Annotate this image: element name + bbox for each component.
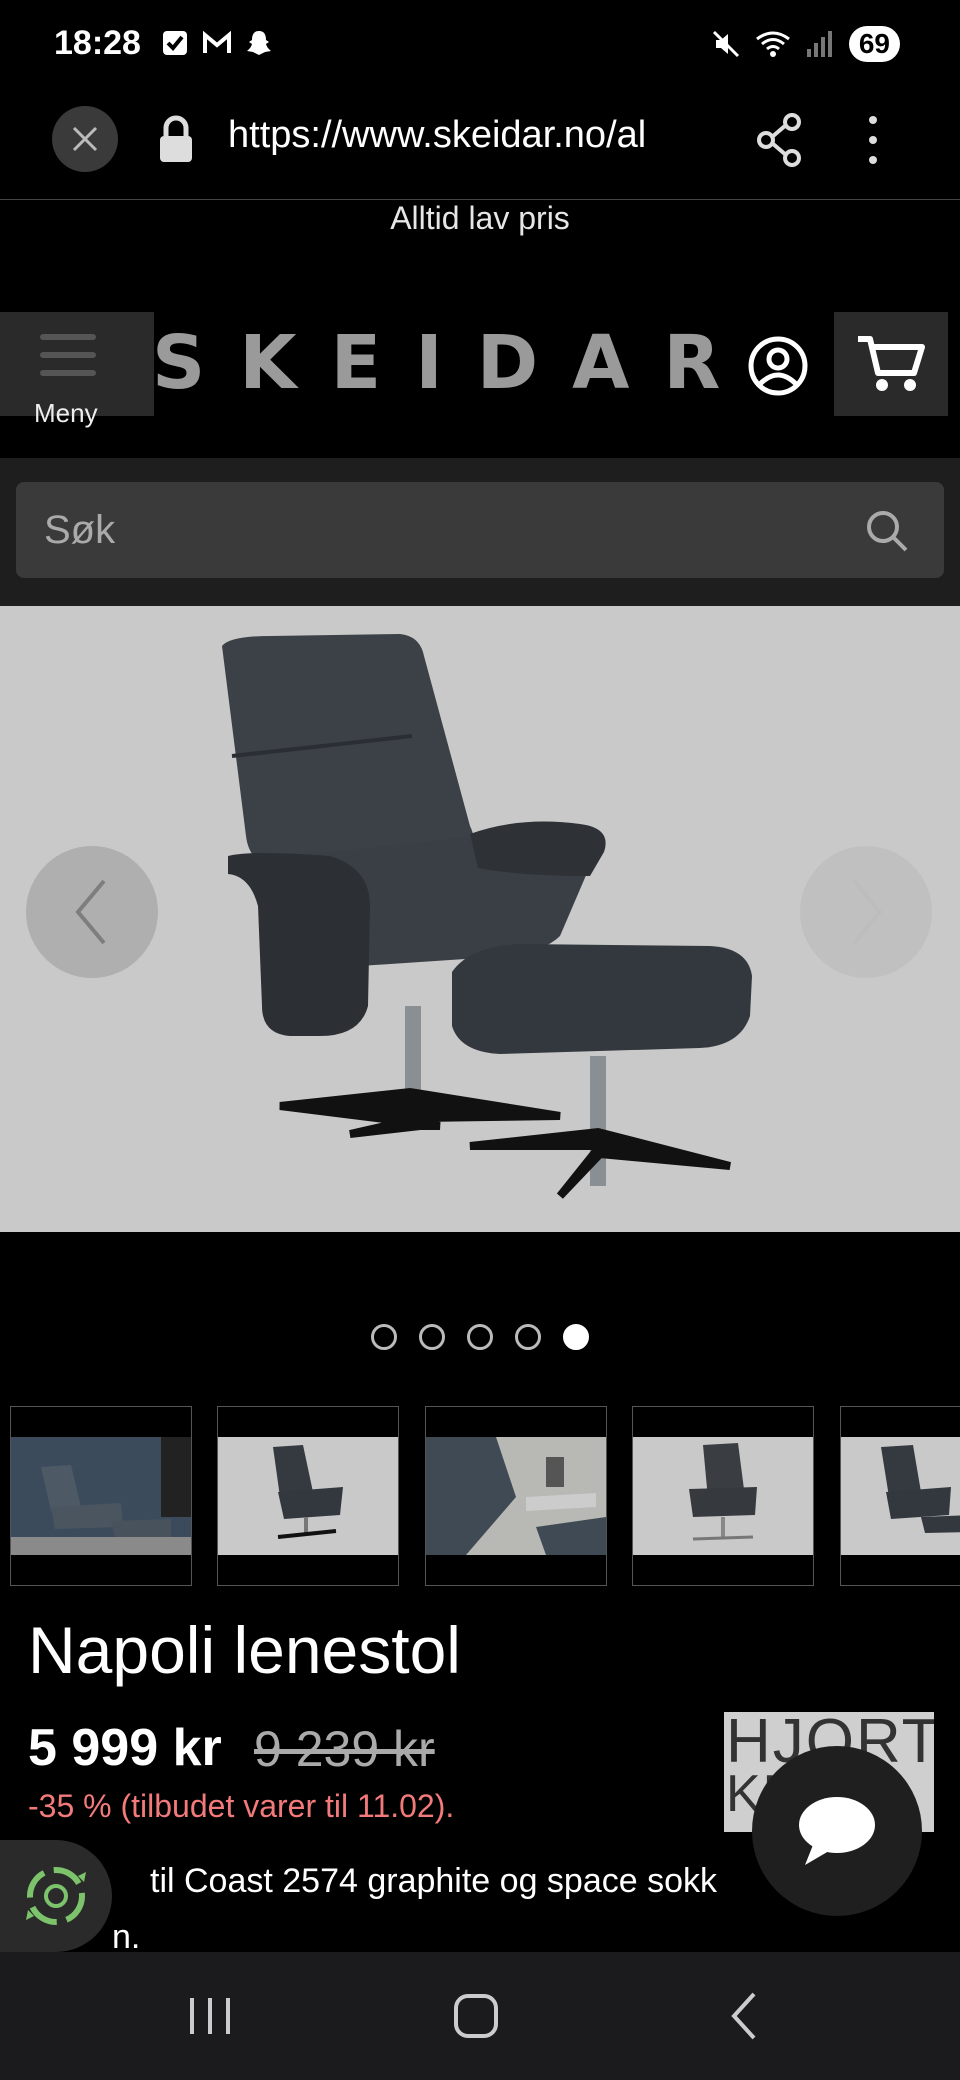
chat-button[interactable]	[752, 1746, 922, 1916]
mute-icon	[712, 30, 739, 58]
site-logo[interactable]: SKEIDAR	[152, 320, 754, 406]
gallery-dot[interactable]	[371, 1324, 397, 1350]
thumbnail[interactable]	[217, 1406, 399, 1586]
home-icon[interactable]	[446, 1988, 506, 2044]
account-icon[interactable]	[746, 334, 810, 398]
promo-banner: Alltid lav pris	[390, 200, 570, 236]
search-icon[interactable]	[864, 508, 910, 554]
chevron-left-icon	[75, 879, 106, 945]
status-time: 18:28	[54, 24, 141, 62]
back-icon[interactable]	[716, 1988, 776, 2044]
search-box[interactable]	[16, 482, 944, 578]
snapchat-icon	[247, 31, 271, 55]
chat-bubble-icon	[799, 1797, 875, 1865]
status-bar: 18:28 69	[0, 0, 960, 92]
checkbox-icon	[163, 31, 187, 55]
system-icons: 69	[711, 26, 900, 62]
gallery-pagination	[0, 1324, 960, 1354]
menu-button[interactable]: Meny	[0, 312, 154, 428]
gallery-dot-active[interactable]	[563, 1324, 589, 1350]
product-price: 5 999 kr	[28, 1719, 222, 1777]
search-section	[0, 458, 960, 606]
wifi-icon	[755, 31, 790, 57]
signal-icon	[806, 31, 832, 57]
thumbnail[interactable]	[425, 1406, 607, 1586]
url-field[interactable]: https://www.skeidar.no/al	[228, 114, 718, 157]
gmail-icon	[203, 30, 231, 53]
thumbnail[interactable]	[10, 1406, 192, 1586]
site-header: Meny SKEIDAR	[0, 260, 960, 458]
gallery-prev-button[interactable]	[26, 846, 158, 978]
product-image-gallery[interactable]	[0, 606, 960, 1232]
browser-toolbar: https://www.skeidar.no/al	[0, 92, 960, 200]
share-icon[interactable]	[754, 112, 804, 168]
battery-icon: 69	[848, 26, 900, 62]
lock-icon[interactable]	[154, 114, 198, 164]
product-description: til Coast 2574 graphite og space sokk	[150, 1862, 718, 1900]
gallery-next-button[interactable]	[800, 846, 932, 978]
more-options-icon[interactable]	[858, 112, 888, 168]
cart-button[interactable]	[834, 312, 948, 416]
system-nav-bar	[0, 1952, 960, 2080]
discount-text: -35 % (tilbudet varer til 11.02).	[28, 1788, 455, 1824]
gallery-dot[interactable]	[515, 1324, 541, 1350]
product-title: Napoli lenestol	[28, 1613, 461, 1687]
thumbnail-strip	[10, 1406, 960, 1586]
recycle-icon	[26, 1867, 86, 1925]
cart-icon	[858, 336, 925, 391]
menu-label: Meny	[34, 398, 98, 428]
chevron-right-icon	[852, 879, 883, 945]
recent-apps-icon[interactable]	[180, 1988, 240, 2044]
hamburger-icon	[40, 334, 96, 378]
thumbnail[interactable]	[840, 1406, 960, 1586]
eco-widget-button[interactable]	[0, 1840, 112, 1952]
close-icon	[72, 126, 98, 152]
gallery-dot[interactable]	[467, 1324, 493, 1350]
thumbnail[interactable]	[632, 1406, 814, 1586]
product-old-price: 9 239 kr	[254, 1721, 435, 1777]
notification-icons	[160, 28, 274, 58]
gallery-dot[interactable]	[419, 1324, 445, 1350]
search-input[interactable]	[44, 500, 824, 560]
close-tab-button[interactable]	[52, 106, 118, 172]
